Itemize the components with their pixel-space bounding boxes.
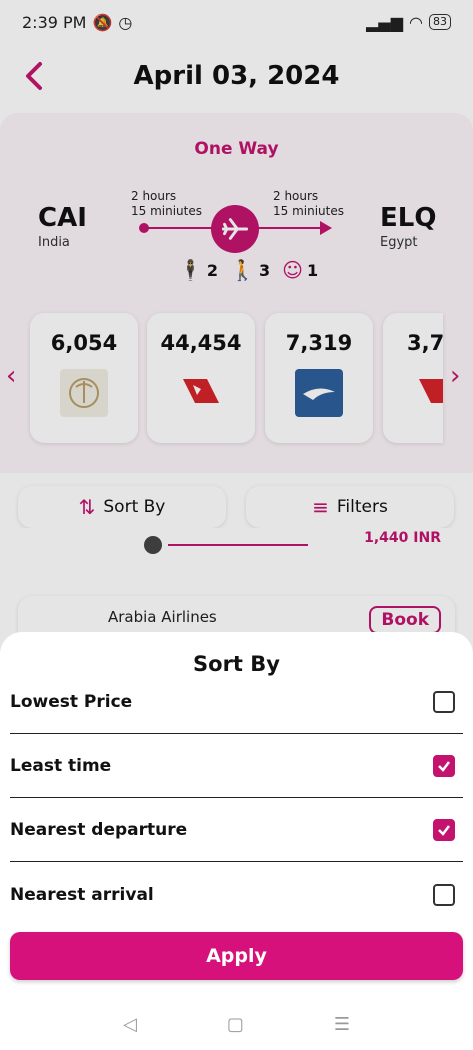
- sort-bottom-sheet: Sort By Lowest Price Least time Nearest …: [0, 632, 473, 1050]
- checkmark-icon: [438, 825, 450, 836]
- apply-button[interactable]: Apply: [10, 932, 463, 980]
- sort-option-nearest-departure[interactable]: Nearest departure: [10, 799, 463, 862]
- system-nav-bar: ◁ ▢ ☰: [0, 998, 473, 1050]
- nav-home-icon[interactable]: ▢: [227, 1014, 244, 1035]
- nav-menu-icon[interactable]: ☰: [334, 1014, 350, 1035]
- nav-back-icon[interactable]: ◁: [123, 1014, 137, 1035]
- checkbox-checked[interactable]: [433, 819, 455, 841]
- sort-option-least-time[interactable]: Least time: [10, 735, 463, 798]
- checkbox-unchecked[interactable]: [433, 691, 455, 713]
- checkmark-icon: [438, 761, 450, 772]
- sort-option-lowest-price[interactable]: Lowest Price: [10, 671, 463, 734]
- checkbox-unchecked[interactable]: [433, 883, 455, 906]
- sort-option-nearest-arrival[interactable]: Nearest arrival: [10, 863, 463, 926]
- checkbox-checked[interactable]: [433, 755, 455, 777]
